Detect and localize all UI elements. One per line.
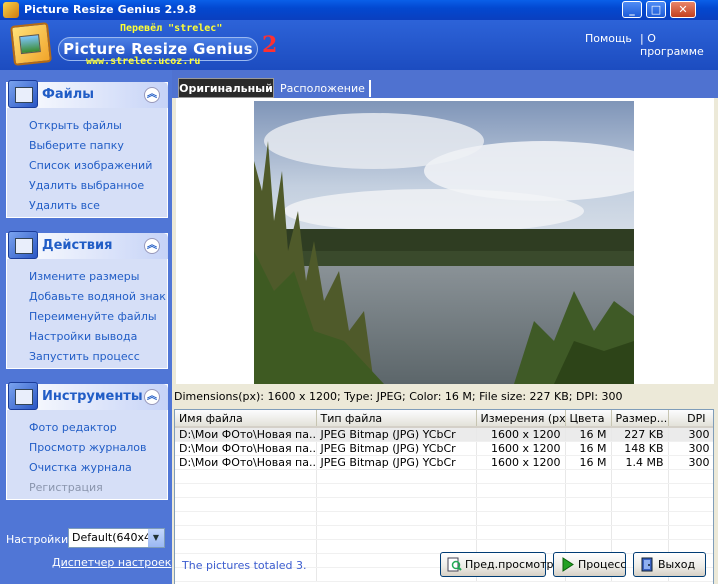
help-link[interactable]: Помощь [585,32,632,45]
column-header-dpi[interactable]: DPI [668,410,713,428]
cell-dpi: 300 [668,441,713,456]
process-button-label: Процесс [578,558,627,571]
app-logo-version: 2 [262,32,278,58]
cell-filetype: JPEG Bitmap (JPG) YCbCr [316,455,477,470]
image-list-link[interactable]: Список изображений [29,159,152,172]
clear-log-link[interactable]: Очистка журнала [29,461,132,474]
settings-label: Настройки: [6,533,72,546]
collapse-chevron-icon[interactable]: ︽ [144,87,160,103]
view-logs-link[interactable]: Просмотр журналов [29,441,147,454]
dropdown-arrow-icon[interactable]: ▼ [148,529,164,547]
minimize-button[interactable]: _ [622,1,642,18]
tools-panel: Инструменты ︽ Фото редактор Просмотр жур… [6,382,168,500]
cell-size: 227 KB [611,427,669,442]
tools-panel-header[interactable]: Инструменты ︽ [6,382,168,410]
cell-size: 1.4 MB [611,455,669,470]
cell-dimensions: 1600 x 1200 [476,441,566,456]
cell-colors: 16 M [565,427,612,442]
exit-button[interactable]: Выход [633,552,706,577]
choose-folder-link[interactable]: Выберите папку [29,139,124,152]
files-panel: Файлы ︽ Открыть файлы Выберите папку Спи… [6,80,168,218]
actions-panel-header[interactable]: Действия ︽ [6,231,168,259]
settings-value: Default(640x48 [72,531,158,544]
cell-filetype: JPEG Bitmap (JPG) YCbCr [316,427,477,442]
cell-filetype: JPEG Bitmap (JPG) YCbCr [316,441,477,456]
cell-dimensions: 1600 x 1200 [476,455,566,470]
window-title: Picture Resize Genius 2.9.8 [24,3,197,16]
photo-editor-link[interactable]: Фото редактор [29,421,117,434]
delete-selected-link[interactable]: Удалить выбранное [29,179,144,192]
cell-colors: 16 M [565,441,612,456]
exit-button-label: Выход [658,558,696,571]
picture-icon [19,34,41,55]
main-area: Оригинальный Расположение Dimensions(px)… [172,70,718,584]
collapse-chevron-icon[interactable]: ︽ [144,389,160,405]
preview-button-label: Пред.просмотр [465,558,554,571]
close-button[interactable]: ✕ [670,1,696,18]
column-header-filetype[interactable]: Тип файла [316,410,477,428]
app-icon [3,2,19,18]
preview-photo [254,101,634,384]
settings-select[interactable]: Default(640x48 ▼ [68,528,165,548]
rename-files-link[interactable]: Переименуйте файлы [29,310,157,323]
exit-door-icon [641,557,653,572]
files-panel-header[interactable]: Файлы ︽ [6,80,168,108]
image-info: Dimensions(px): 1600 x 1200; Type: JPEG;… [172,388,718,406]
files-icon [8,80,38,108]
column-header-dimensions[interactable]: Измерения (px) [476,410,566,428]
logo-icon [10,22,52,66]
cell-dimensions: 1600 x 1200 [476,427,566,442]
tools-icon [8,382,38,410]
table-row[interactable]: D:\Мои ФОто\Новая па... JPEG Bitmap (JPG… [175,441,713,456]
watermark-link[interactable]: Добавьте водяной знак [29,290,166,303]
sidebar: Файлы ︽ Открыть файлы Выберите папку Спи… [0,70,172,584]
cell-colors: 16 M [565,455,612,470]
column-header-size[interactable]: Размер... [611,410,669,428]
actions-panel-title: Действия [42,238,113,253]
title-bar: Picture Resize Genius 2.9.8 _ □ ✕ [0,0,718,20]
delete-all-link[interactable]: Удалить все [29,199,100,212]
column-header-filename[interactable]: Имя файла [175,410,317,428]
process-button[interactable]: Процесс [553,552,626,577]
app-header: Перевёл "strelec" Picture Resize Genius … [0,20,718,70]
cell-dpi: 300 [668,427,713,442]
open-files-link[interactable]: Открыть файлы [29,119,122,132]
maximize-button[interactable]: □ [646,1,666,18]
translator-credit: Перевёл "strelec" [120,23,223,34]
column-header-colors[interactable]: Цвета [565,410,612,428]
actions-icon [8,231,38,259]
output-settings-link[interactable]: Настройки вывода [29,330,137,343]
collapse-chevron-icon[interactable]: ︽ [144,238,160,254]
about-link[interactable]: | О программе [640,32,718,58]
start-process-link[interactable]: Запустить процесс [29,350,140,363]
tab-layout[interactable]: Расположение [276,80,371,97]
tab-strip: Оригинальный Расположение [172,70,718,98]
cell-dpi: 300 [668,455,713,470]
tab-original[interactable]: Оригинальный [178,78,274,98]
status-text: The pictures totaled 3. [182,559,307,572]
files-panel-title: Файлы [42,87,95,102]
play-icon [562,557,574,572]
translator-url: www.strelec.ucoz.ru [86,56,201,67]
cell-size: 148 KB [611,441,669,456]
table-row[interactable]: D:\Мои ФОто\Новая па... JPEG Bitmap (JPG… [175,427,713,442]
cell-filename: D:\Мои ФОто\Новая па... [175,441,317,456]
preview-button[interactable]: Пред.просмотр [440,552,554,577]
cell-filename: D:\Мои ФОто\Новая па... [175,427,317,442]
registration-link: Регистрация [29,481,103,494]
resize-link[interactable]: Измените размеры [29,270,139,283]
preview-icon [447,557,462,572]
settings-manager-link[interactable]: Диспетчер настроек [52,556,171,569]
tools-panel-title: Инструменты [42,389,143,404]
actions-panel: Действия ︽ Измените размеры Добавьте вод… [6,231,168,369]
table-row[interactable]: D:\Мои ФОто\Новая па... JPEG Bitmap (JPG… [175,455,713,470]
image-preview [176,98,714,384]
cell-filename: D:\Мои ФОто\Новая па... [175,455,317,470]
